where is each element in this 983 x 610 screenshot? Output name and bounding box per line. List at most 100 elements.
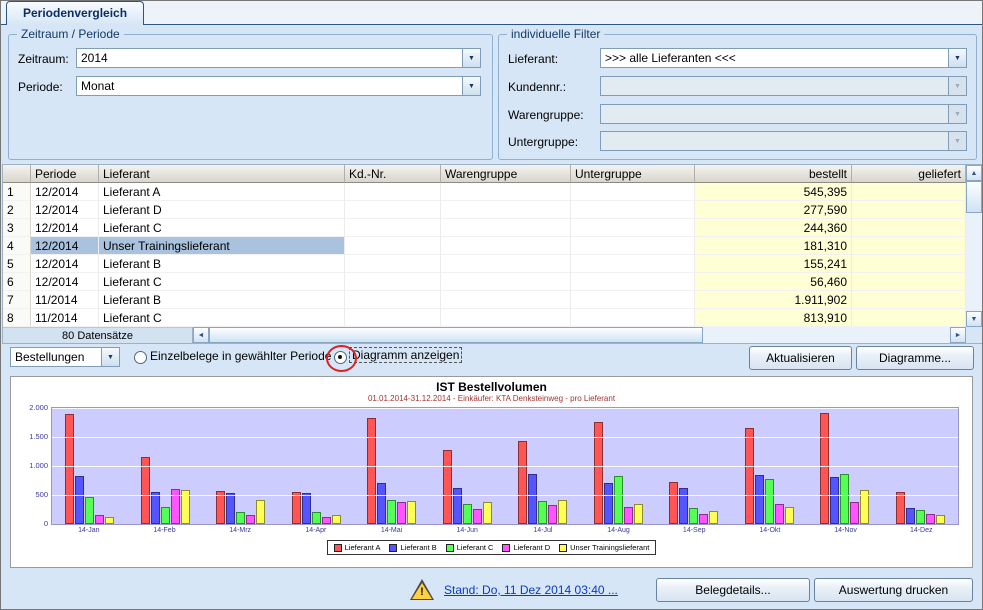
bar <box>669 482 678 524</box>
cell-bestellt: 813,910 <box>695 309 852 327</box>
column-header[interactable]: Lieferant <box>99 165 345 183</box>
diagramme-button[interactable]: Diagramme... <box>856 346 974 370</box>
legend-item: Lieferant B <box>389 543 436 552</box>
table-row[interactable]: 412/2014Unser Trainingslieferant181,310 <box>3 237 966 255</box>
bar <box>830 477 839 524</box>
cell-num: 4 <box>3 237 31 255</box>
x-tick-label: 14-Feb <box>127 527 203 534</box>
y-tick-label: 1.500 <box>12 432 48 441</box>
cell-num: 1 <box>3 183 31 201</box>
plot-area <box>51 407 959 525</box>
chevron-down-icon[interactable]: ▼ <box>948 49 966 67</box>
bar <box>463 504 472 524</box>
bar <box>407 501 416 524</box>
x-tick-label: 14-Okt <box>732 527 808 534</box>
stand-link[interactable]: Stand: Do, 11 Dez 2014 03:40 ... <box>444 583 618 597</box>
cell-untergruppe <box>571 237 695 255</box>
horizontal-scrollbar-thumb[interactable] <box>209 327 703 343</box>
lieferant-select[interactable]: >>> alle Lieferanten <<< ▼ <box>600 48 967 68</box>
table-row[interactable]: 512/2014Lieferant B155,241 <box>3 255 966 273</box>
periode-select[interactable]: Monat ▼ <box>76 76 481 96</box>
cell-bestellt: 181,310 <box>695 237 852 255</box>
chevron-down-icon[interactable]: ▼ <box>101 348 119 366</box>
cell-kdnr <box>345 237 441 255</box>
bar <box>473 509 482 524</box>
legend-label: Unser Trainingslieferant <box>570 543 649 552</box>
cell-kdnr <box>345 273 441 291</box>
cell-periode: 12/2014 <box>31 237 99 255</box>
chevron-down-icon[interactable]: ▼ <box>462 49 480 67</box>
cell-warengruppe <box>441 237 571 255</box>
warengruppe-select: ▼ <box>600 104 967 124</box>
bar <box>745 428 754 524</box>
cell-lieferant: Lieferant D <box>99 201 345 219</box>
aktualisieren-button[interactable]: Aktualisieren <box>749 346 852 370</box>
bar <box>256 500 265 524</box>
bar <box>614 476 623 524</box>
cell-geliefert <box>852 201 966 219</box>
cell-kdnr <box>345 201 441 219</box>
bar <box>926 514 935 524</box>
column-header[interactable] <box>3 165 31 183</box>
gridline <box>52 466 958 467</box>
bar <box>65 414 74 524</box>
x-tick-label: 14-Nov <box>808 527 884 534</box>
radio-einzelbelege[interactable] <box>134 351 147 364</box>
table-row[interactable]: 312/2014Lieferant C244,360 <box>3 219 966 237</box>
column-header[interactable]: geliefert <box>852 165 966 183</box>
warning-exclamation: ! <box>410 586 434 598</box>
cell-geliefert <box>852 237 966 255</box>
scroll-left-button[interactable]: ◄ <box>193 327 209 343</box>
chevron-down-icon: ▼ <box>948 105 966 123</box>
radio-einzelbelege-label[interactable]: Einzelbelege in gewählter Periode <box>150 349 331 363</box>
belegdetails-button[interactable]: Belegdetails... <box>656 578 810 602</box>
cell-warengruppe <box>441 309 571 327</box>
warning-icon: ! <box>410 579 434 601</box>
table-row[interactable]: 112/2014Lieferant A545,395 <box>3 183 966 201</box>
cell-kdnr <box>345 309 441 327</box>
bar <box>538 501 547 524</box>
vertical-scrollbar-thumb[interactable] <box>966 181 982 213</box>
tab-label: Periodenvergleich <box>23 6 127 20</box>
scroll-left-icon: ◄ <box>198 332 205 339</box>
footer-status: ! Stand: Do, 11 Dez 2014 03:40 ... <box>410 577 618 603</box>
scroll-right-button[interactable]: ► <box>950 327 966 343</box>
chevron-down-icon[interactable]: ▼ <box>462 77 480 95</box>
table-row[interactable]: 212/2014Lieferant D277,590 <box>3 201 966 219</box>
tab-periodenvergleich[interactable]: Periodenvergleich <box>6 1 144 25</box>
legend-color-chip <box>502 544 510 552</box>
table-row[interactable]: 811/2014Lieferant C813,910 <box>3 309 966 327</box>
bar <box>785 507 794 524</box>
column-header[interactable]: Periode <box>31 165 99 183</box>
cell-untergruppe <box>571 309 695 327</box>
view-select[interactable]: Bestellungen ▼ <box>10 347 120 367</box>
bar <box>699 514 708 524</box>
x-tick-label: 14-Aug <box>581 527 657 534</box>
legend-color-chip <box>446 544 454 552</box>
bar <box>85 497 94 524</box>
column-header[interactable]: Kd.-Nr. <box>345 165 441 183</box>
bar <box>820 413 829 524</box>
cell-periode: 11/2014 <box>31 309 99 327</box>
radio-diagramm-anzeigen-label[interactable]: Diagramm anzeigen <box>350 348 461 362</box>
column-header[interactable]: bestellt <box>695 165 852 183</box>
x-tick-label: 14-Sep <box>656 527 732 534</box>
chart-legend: Lieferant ALieferant BLieferant CLiefera… <box>11 540 972 555</box>
auswertung-drucken-button[interactable]: Auswertung drucken <box>814 578 973 602</box>
untergruppe-label: Untergruppe: <box>508 135 578 149</box>
zeitraum-select[interactable]: 2014 ▼ <box>76 48 481 68</box>
bar <box>689 508 698 524</box>
bar <box>226 493 235 524</box>
scroll-up-button[interactable]: ▲ <box>966 165 982 181</box>
column-header[interactable]: Untergruppe <box>571 165 695 183</box>
chart-title: IST Bestellvolumen <box>11 380 972 394</box>
scroll-right-icon: ► <box>955 332 962 339</box>
kundennr-select: ▼ <box>600 76 967 96</box>
column-header[interactable]: Warengruppe <box>441 165 571 183</box>
untergruppe-select: ▼ <box>600 131 967 151</box>
record-count: 80 Datensätze <box>3 327 193 343</box>
bar <box>528 474 537 524</box>
table-row[interactable]: 711/2014Lieferant B1.911,902 <box>3 291 966 309</box>
scroll-down-button[interactable]: ▼ <box>966 311 982 327</box>
table-row[interactable]: 612/2014Lieferant C56,460 <box>3 273 966 291</box>
